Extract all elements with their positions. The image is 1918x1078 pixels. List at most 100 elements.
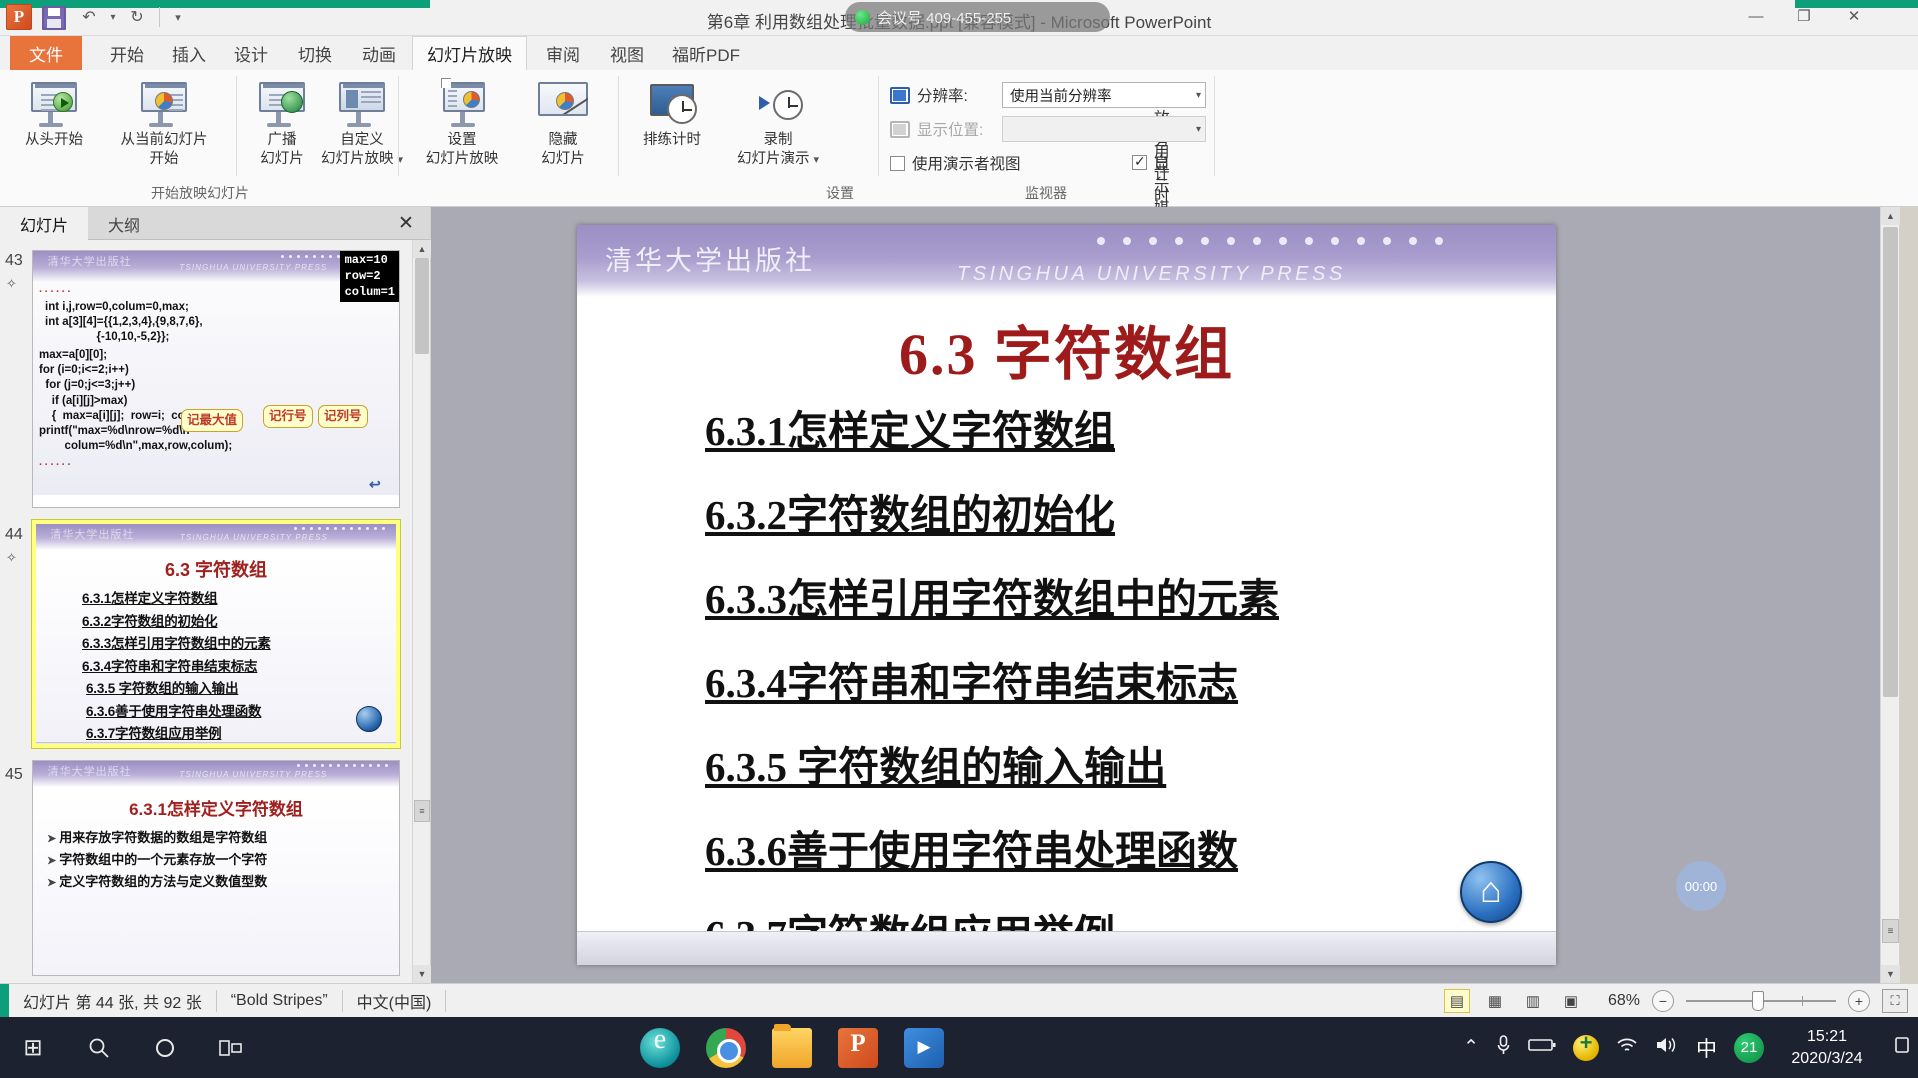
list-item[interactable]: 44 ✧ 清华大学出版社 TSINGHUA UNIVERSITY PRESS 6… bbox=[0, 519, 412, 750]
fit-slide-to-window-button[interactable]: ⛶ bbox=[1882, 989, 1908, 1013]
scroll-down-arrow-icon[interactable]: ▼ bbox=[413, 965, 431, 983]
pane-tab-strip: 幻灯片 大纲 ✕ bbox=[0, 207, 430, 240]
pane-tab-outline[interactable]: 大纲 bbox=[88, 207, 160, 240]
slide-list-item[interactable]: 6.3.4字符串和字符串结束标志 bbox=[705, 649, 1465, 709]
slide-43-code-block: ······ int i,j,row=0,colum=0,max; int a[… bbox=[33, 251, 399, 495]
zoom-slider[interactable] bbox=[1686, 991, 1836, 1011]
zoom-slider-handle[interactable] bbox=[1752, 991, 1764, 1011]
scroll-up-arrow-icon[interactable]: ▲ bbox=[413, 240, 431, 258]
slide-list-item[interactable]: 6.3.1怎样定义字符数组 bbox=[705, 397, 1465, 457]
view-slide-sorter-button[interactable]: ▦ bbox=[1482, 989, 1508, 1013]
show-on-select[interactable]: ▾ bbox=[1002, 116, 1206, 142]
publisher-name-english: TSINGHUA UNIVERSITY PRESS bbox=[957, 263, 1346, 285]
tab-slide-show[interactable]: 幻灯片放映 bbox=[412, 36, 527, 70]
battery-icon[interactable] bbox=[1528, 1037, 1556, 1059]
record-slide-show-label-2: 幻灯片演示 ▾ bbox=[737, 151, 819, 168]
publisher-name-english: TSINGHUA UNIVERSITY PRESS bbox=[179, 770, 328, 780]
thumbnail-slide-45[interactable]: 清华大学出版社 TSINGHUA UNIVERSITY PRESS 6.3.1怎… bbox=[32, 760, 400, 976]
scrollbar-split-grip[interactable]: ≡ bbox=[414, 800, 430, 822]
scrollbar-thumb[interactable] bbox=[1883, 227, 1898, 697]
show-on-row: 显示位置: bbox=[890, 118, 983, 140]
clock[interactable]: 15:21 2020/3/24 bbox=[1781, 1026, 1873, 1069]
slide-list-item[interactable]: 6.3.2字符数组的初始化 bbox=[705, 481, 1465, 541]
ribbon: 从头开始 从当前幻灯片 开始 广播 幻灯片 自定义 幻灯片放映 ▾ 开始放映幻灯… bbox=[0, 70, 1918, 283]
scrollbar-thumb[interactable] bbox=[415, 258, 429, 354]
current-slide[interactable]: 清华大学出版社 TSINGHUA UNIVERSITY PRESS 6.3 字符… bbox=[577, 225, 1556, 965]
tab-view[interactable]: 视图 bbox=[596, 36, 658, 70]
zoom-out-button[interactable]: − bbox=[1652, 990, 1674, 1012]
scrollbar-split-grip[interactable]: ≡ bbox=[1882, 919, 1899, 943]
zoom-in-button[interactable]: + bbox=[1848, 990, 1870, 1012]
pane-tab-slides[interactable]: 幻灯片 bbox=[0, 207, 89, 240]
view-normal-button[interactable]: ▤ bbox=[1444, 989, 1470, 1013]
view-reading-button[interactable]: ▥ bbox=[1520, 989, 1546, 1013]
custom-slide-show-label-2-text: 幻灯片放映 bbox=[320, 151, 394, 168]
volume-icon[interactable] bbox=[1655, 1036, 1679, 1060]
slide-list-item[interactable]: 6.3.6善于使用字符串处理函数 bbox=[705, 817, 1465, 877]
record-slide-show-caret-icon[interactable]: ▾ bbox=[814, 154, 820, 166]
minimize-button[interactable]: — bbox=[1734, 2, 1778, 30]
hide-slide-button[interactable]: 隐藏 幻灯片 bbox=[520, 78, 606, 168]
set-up-slide-show-button[interactable]: 设置 幻灯片放映 bbox=[406, 78, 518, 168]
taskbar-app-edge[interactable] bbox=[640, 1024, 680, 1068]
meeting-overlay[interactable]: 会议号 409-455-255 bbox=[845, 2, 1110, 32]
taskbar-app-powerpoint[interactable] bbox=[838, 1027, 878, 1068]
close-pane-icon[interactable]: ✕ bbox=[395, 212, 417, 234]
action-center-icon[interactable] bbox=[1894, 1036, 1910, 1059]
slide-area-scrollbar[interactable]: ▲ ≡ ▼ bbox=[1880, 207, 1900, 983]
checkbox-use-presenter-view-box[interactable] bbox=[890, 155, 905, 171]
taskbar-app-meeting[interactable] bbox=[904, 1027, 944, 1068]
thumbnail-list[interactable]: 43 ✧ 清华大学出版社 TSINGHUA UNIVERSITY PRESS ·… bbox=[0, 240, 412, 983]
taskbar-app-chrome[interactable] bbox=[706, 1027, 746, 1068]
ribbon-group-monitors: 分辨率: 使用当前分辨率 ▾ 显示位置: ▾ 使用演示者视图 监视器 bbox=[880, 70, 1212, 207]
start-from-beginning-button[interactable]: 从头开始 bbox=[6, 78, 102, 149]
slide-title[interactable]: 6.3 字符数组 bbox=[577, 307, 1556, 391]
tab-insert[interactable]: 插入 bbox=[158, 36, 220, 70]
wifi-icon[interactable] bbox=[1616, 1036, 1638, 1060]
task-view-icon[interactable] bbox=[198, 1017, 264, 1078]
show-hidden-icons-icon[interactable]: ⌃ bbox=[1463, 1036, 1479, 1059]
close-button[interactable]: ✕ bbox=[1832, 2, 1876, 30]
thumbnail-slide-44[interactable]: 清华大学出版社 TSINGHUA UNIVERSITY PRESS 6.3 字符… bbox=[31, 519, 401, 749]
search-icon[interactable] bbox=[66, 1017, 132, 1078]
ime-language-indicator[interactable]: 中 bbox=[1696, 1033, 1717, 1063]
tab-home[interactable]: 开始 bbox=[96, 36, 158, 70]
thumbnail-pane-scrollbar[interactable]: ▲ ≡ ▼ bbox=[412, 240, 431, 983]
start-button[interactable]: ⊞ bbox=[0, 1017, 66, 1078]
scroll-up-arrow-icon[interactable]: ▲ bbox=[1881, 207, 1900, 225]
tab-review[interactable]: 审阅 bbox=[532, 36, 594, 70]
code-line: for (j=0;j<=3;j++) bbox=[39, 379, 136, 392]
cortana-icon[interactable] bbox=[132, 1017, 198, 1078]
security-shield-icon[interactable] bbox=[1573, 1030, 1599, 1061]
resolution-select[interactable]: 使用当前分辨率 ▾ bbox=[1002, 82, 1206, 108]
language-label[interactable]: 中文(中国) bbox=[343, 989, 447, 1012]
home-button-icon[interactable] bbox=[1460, 861, 1522, 923]
theme-name-label[interactable]: “Bold Stripes” bbox=[217, 989, 343, 1012]
slide-content-list[interactable]: 6.3.1怎样定义字符数组 6.3.2字符数组的初始化 6.3.3怎样引用字符数… bbox=[705, 397, 1465, 985]
slide-list-item[interactable]: 6.3.3怎样引用字符数组中的元素 bbox=[705, 565, 1465, 625]
start-from-current-slide-button[interactable]: 从当前幻灯片 开始 bbox=[104, 78, 224, 168]
view-slide-show-button[interactable]: ▣ bbox=[1558, 989, 1584, 1013]
taskbar-app-file-explorer[interactable] bbox=[772, 1023, 812, 1068]
list-item[interactable]: 43 ✧ 清华大学出版社 TSINGHUA UNIVERSITY PRESS ·… bbox=[0, 250, 412, 510]
tab-foxit-pdf[interactable]: 福昕PDF bbox=[658, 36, 754, 70]
rehearse-timings-button[interactable]: 排练计时 bbox=[626, 78, 718, 149]
maximize-button[interactable]: ❐ bbox=[1782, 2, 1826, 30]
tab-file[interactable]: 文件 bbox=[10, 36, 82, 70]
group-divider-3 bbox=[618, 76, 619, 176]
thumbnail-slide-43[interactable]: 清华大学出版社 TSINGHUA UNIVERSITY PRESS ······… bbox=[32, 250, 400, 508]
tab-transitions[interactable]: 切换 bbox=[284, 36, 346, 70]
checkbox-use-presenter-view[interactable]: 使用演示者视图 bbox=[890, 152, 1021, 174]
scroll-down-arrow-icon[interactable]: ▼ bbox=[1881, 965, 1900, 983]
show-on-chevron-down-icon[interactable]: ▾ bbox=[1196, 124, 1201, 135]
code-line: max=a[0][0]; bbox=[39, 349, 108, 362]
list-item[interactable]: 45 清华大学出版社 TSINGHUA UNIVERSITY PRESS 6.3… bbox=[0, 760, 412, 983]
microphone-icon[interactable] bbox=[1496, 1034, 1511, 1062]
group-divider-4 bbox=[878, 76, 879, 176]
resolution-chevron-down-icon[interactable]: ▾ bbox=[1196, 90, 1201, 101]
record-slide-show-button[interactable]: 录制 幻灯片演示 ▾ bbox=[720, 78, 836, 168]
notification-count-badge[interactable]: 21 bbox=[1734, 1032, 1764, 1063]
tab-animations[interactable]: 动画 bbox=[348, 36, 410, 70]
tab-design[interactable]: 设计 bbox=[220, 36, 282, 70]
slide-list-item[interactable]: 6.3.5 字符数组的输入输出 bbox=[705, 733, 1465, 793]
